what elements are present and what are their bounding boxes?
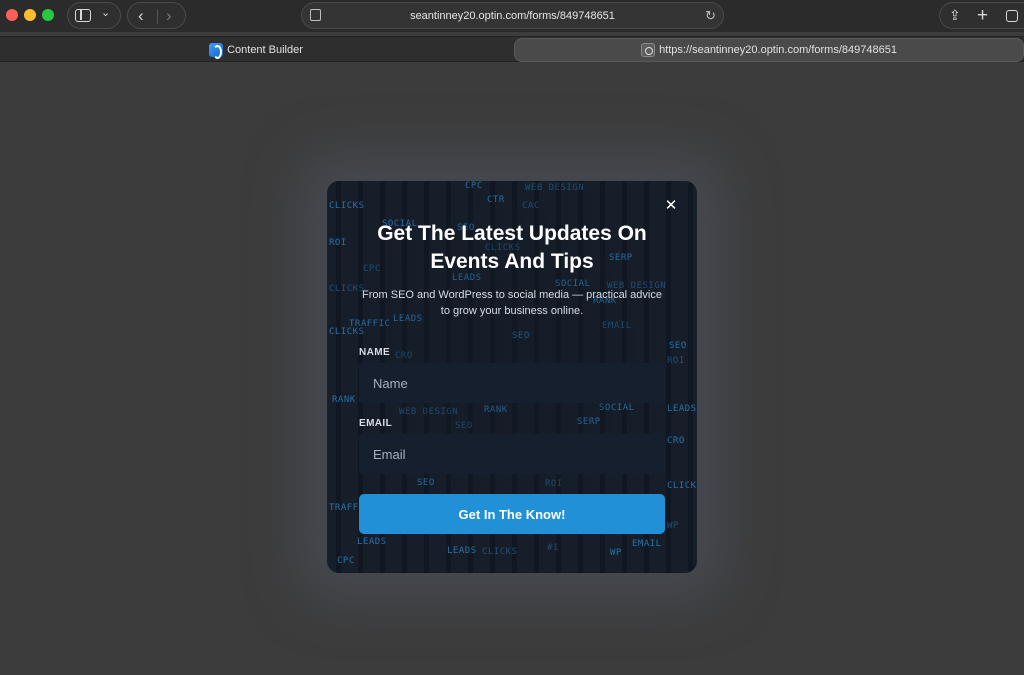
address-bar[interactable]: seantinney20.optin.com/forms/849748651 ↻ [301,2,724,29]
tab-label: Content Builder [227,44,303,56]
tab-bar: Content Builder https://seantinney20.opt… [0,36,1024,62]
name-label: NAME [359,347,391,358]
chevron-down-icon[interactable]: ⌄ [101,8,110,19]
email-label: EMAIL [359,418,393,429]
navigation-buttons: ‹ › [127,2,186,29]
new-tab-button[interactable]: + [977,6,988,25]
sidebar-toggle-group: ⌄ [67,2,121,29]
tabs-overview-icon[interactable] [1006,10,1018,22]
back-button[interactable]: ‹ [138,7,144,24]
browser-toolbar: ⌄ ‹ › seantinney20.optin.com/forms/84974… [0,0,1024,32]
popup-title: Get The Latest Updates On Events And Tip… [377,222,647,273]
tab-content-builder[interactable]: Content Builder [0,38,512,62]
toolbar-actions: ⇪ + [939,2,1024,29]
name-input[interactable] [359,363,665,403]
nav-divider [157,9,158,24]
reload-icon[interactable]: ↻ [705,9,716,22]
tab-label: https://seantinney20.optin.com/forms/849… [659,44,897,56]
forward-button[interactable]: › [166,7,172,24]
optin-popup: WEB DESIGNCPCCTRCACCLICKSSOCIALCLICKSSEO… [327,181,697,573]
sidebar-icon[interactable] [75,9,91,22]
tab-optin-form[interactable]: https://seantinney20.optin.com/forms/849… [514,38,1024,62]
close-icon[interactable]: ✕ [664,198,678,213]
popup-subtitle: From SEO and WordPress to social media —… [362,289,662,317]
site-favicon [641,43,656,57]
minimize-window-button[interactable] [24,9,36,21]
close-window-button[interactable] [6,9,18,21]
content-builder-favicon [209,43,224,59]
url-text[interactable]: seantinney20.optin.com/forms/849748651 [302,10,723,22]
email-input[interactable] [359,434,665,474]
submit-button[interactable]: Get In The Know! [359,494,665,534]
share-icon[interactable]: ⇪ [949,8,961,22]
zoom-window-button[interactable] [42,9,54,21]
